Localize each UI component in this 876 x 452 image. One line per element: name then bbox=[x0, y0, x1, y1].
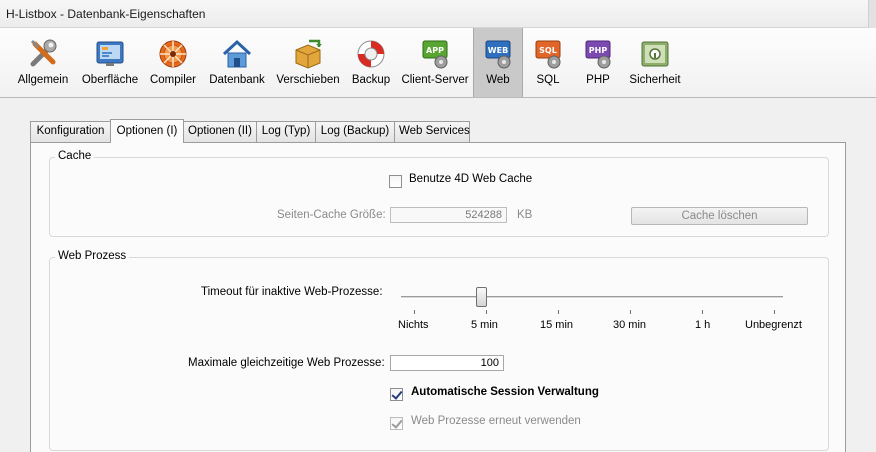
reuse-processes-label: Web Prozesse erneut verwenden bbox=[411, 415, 581, 427]
max-processes-label: Maximale gleichzeitige Web Prozesse: bbox=[188, 357, 385, 369]
toolbar-item-sql[interactable]: SQL SQL bbox=[525, 28, 571, 97]
auto-session-checkbox[interactable] bbox=[390, 388, 403, 401]
use-web-cache-checkbox[interactable] bbox=[389, 175, 402, 188]
toolbar-item-label: Verschieben bbox=[276, 74, 340, 86]
toolbar-item-web[interactable]: WEB Web bbox=[473, 28, 523, 97]
slider-tick bbox=[702, 310, 703, 314]
tools-icon bbox=[30, 39, 57, 67]
auto-session-label[interactable]: Automatische Session Verwaltung bbox=[411, 386, 599, 398]
page-cache-unit: KB bbox=[517, 209, 533, 221]
slider-tick-label: 15 min bbox=[540, 319, 574, 331]
toolbar-item-backup[interactable]: Backup bbox=[346, 28, 396, 97]
svg-text:SQL: SQL bbox=[539, 46, 557, 55]
database-home-icon bbox=[222, 39, 252, 68]
tab-log-backup[interactable]: Log (Backup) bbox=[315, 121, 395, 142]
php-gear-icon: PHP bbox=[585, 40, 611, 69]
window-title: H-Listbox - Datenbank-Eigenschaften bbox=[6, 7, 206, 21]
toolbar-item-sicherheit[interactable]: Sicherheit bbox=[625, 28, 685, 97]
toolbar-item-compiler[interactable]: Compiler bbox=[145, 28, 201, 97]
timeout-slider-track[interactable] bbox=[401, 296, 783, 299]
main-area: Konfiguration Optionen (I) Optionen (II)… bbox=[0, 99, 876, 452]
toolbar-item-verschieben[interactable]: Verschieben bbox=[272, 28, 344, 97]
svg-text:WEB: WEB bbox=[488, 46, 508, 55]
lifebuoy-icon bbox=[357, 40, 385, 68]
cache-group: Cache Benutze 4D Web Cache Seiten-Cache … bbox=[49, 150, 829, 237]
security-icon bbox=[641, 41, 669, 67]
slider-tick bbox=[774, 310, 775, 314]
toolbar-item-label: PHP bbox=[586, 74, 610, 86]
toolbar-item-oberflaeche[interactable]: Oberfläche bbox=[77, 28, 143, 97]
web-gear-icon: WEB bbox=[485, 40, 511, 69]
slider-tick-label: Unbegrenzt bbox=[745, 319, 802, 331]
title-bar: H-Listbox - Datenbank-Eigenschaften bbox=[0, 0, 876, 28]
slider-tick-label: 30 min bbox=[613, 319, 647, 331]
toolbar-item-label: Datenbank bbox=[209, 74, 265, 86]
toolbar-item-label: Oberfläche bbox=[81, 74, 139, 86]
timeout-label: Timeout für inaktive Web-Prozesse: bbox=[201, 286, 383, 298]
settings-toolbar: Allgemein Oberfläche Compiler Datenbank bbox=[0, 28, 876, 98]
reuse-processes-checkbox[interactable] bbox=[390, 417, 403, 430]
max-processes-field[interactable]: 100 bbox=[390, 355, 504, 371]
slider-tick bbox=[486, 310, 487, 314]
slider-tick-label: 5 min bbox=[471, 319, 498, 331]
tab-log-typ[interactable]: Log (Typ) bbox=[256, 121, 316, 142]
page-cache-size-label: Seiten-Cache Größe: bbox=[277, 209, 386, 221]
tab-konfiguration[interactable]: Konfiguration bbox=[30, 121, 111, 142]
toolbar-item-label: Backup bbox=[351, 74, 391, 86]
move-box-icon bbox=[295, 39, 322, 69]
page-cache-size-field[interactable]: 524288 bbox=[390, 207, 507, 223]
toolbar-item-label: Compiler bbox=[149, 74, 196, 86]
toolbar-item-php[interactable]: PHP PHP bbox=[575, 28, 621, 97]
svg-text:PHP: PHP bbox=[589, 46, 608, 55]
tab-web-services[interactable]: Web Services bbox=[394, 121, 470, 142]
clear-cache-button[interactable]: Cache löschen bbox=[631, 207, 808, 225]
slider-tick-label: 1 h bbox=[695, 319, 711, 331]
compiler-icon bbox=[159, 40, 187, 68]
interface-icon bbox=[96, 41, 124, 66]
web-process-group: Web Prozess Timeout für inaktive Web-Pro… bbox=[49, 250, 829, 451]
slider-tick bbox=[630, 310, 631, 314]
slider-tick bbox=[558, 310, 559, 314]
tab-optionen-ii[interactable]: Optionen (II) bbox=[183, 121, 257, 142]
toolbar-item-label: SQL bbox=[536, 74, 560, 86]
tab-optionen-i[interactable]: Optionen (I) bbox=[110, 119, 184, 143]
slider-tick bbox=[414, 310, 415, 314]
toolbar-item-allgemein[interactable]: Allgemein bbox=[10, 28, 76, 97]
toolbar-item-label: Sicherheit bbox=[629, 74, 681, 86]
slider-tick-label: Nichts bbox=[398, 319, 429, 331]
sql-gear-icon: SQL bbox=[535, 40, 561, 69]
timeout-slider-thumb[interactable] bbox=[476, 287, 487, 307]
toolbar-item-label: Web bbox=[486, 74, 510, 86]
toolbar-item-label: Client-Server bbox=[401, 74, 469, 86]
window-edge bbox=[868, 0, 876, 28]
app-gear-icon: APP bbox=[422, 40, 448, 69]
tab-pane-optionen-i: Cache Benutze 4D Web Cache Seiten-Cache … bbox=[30, 142, 846, 452]
svg-text:APP: APP bbox=[426, 46, 444, 55]
web-process-group-title: Web Prozess bbox=[55, 250, 130, 262]
use-web-cache-label[interactable]: Benutze 4D Web Cache bbox=[409, 173, 532, 185]
toolbar-item-datenbank[interactable]: Datenbank bbox=[205, 28, 269, 97]
cache-group-title: Cache bbox=[55, 150, 95, 162]
toolbar-item-label: Allgemein bbox=[17, 74, 69, 86]
toolbar-item-client-server[interactable]: APP Client-Server bbox=[399, 28, 471, 97]
